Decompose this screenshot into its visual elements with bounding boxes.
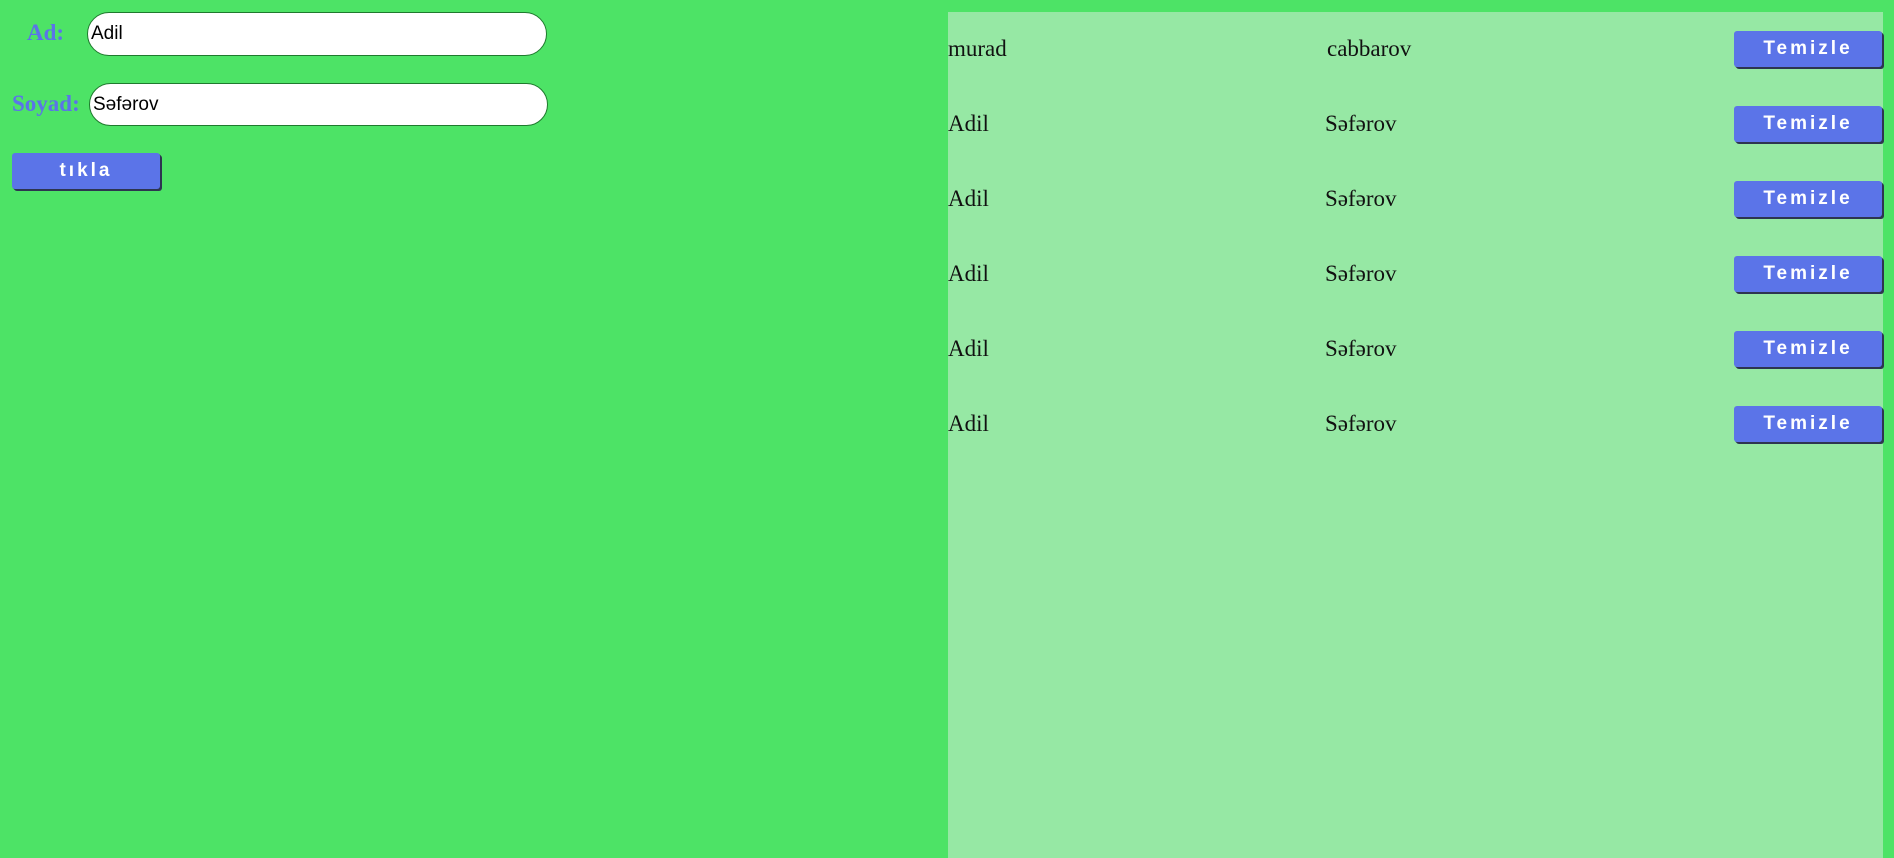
entries-list: murad cabbarov Temizle Adil Səfərov Temi… <box>948 12 1883 858</box>
surname-input[interactable] <box>89 83 548 126</box>
list-item: murad cabbarov Temizle <box>948 29 1883 69</box>
surname-label: Soyad: <box>12 91 80 116</box>
list-item: Adil Səfərov Temizle <box>948 329 1883 369</box>
entry-surname: Səfərov <box>1325 111 1397 136</box>
entry-surname: Səfərov <box>1325 336 1397 361</box>
entry-name: Adil <box>948 111 989 136</box>
submit-button[interactable]: tıkla <box>12 153 160 189</box>
list-item: Adil Səfərov Temizle <box>948 104 1883 144</box>
entry-name: Adil <box>948 186 989 211</box>
delete-button[interactable]: Temizle <box>1734 181 1882 217</box>
delete-button[interactable]: Temizle <box>1734 406 1882 442</box>
entry-surname: Səfərov <box>1325 261 1397 286</box>
list-item: Adil Səfərov Temizle <box>948 179 1883 219</box>
entry-surname: Səfərov <box>1325 186 1397 211</box>
entry-form: Ad: Soyad: tıkla <box>0 0 560 200</box>
delete-button[interactable]: Temizle <box>1734 331 1882 367</box>
entry-name: murad <box>948 36 1007 61</box>
name-label: Ad: <box>27 20 65 45</box>
entry-name: Adil <box>948 336 989 361</box>
entry-surname: Səfərov <box>1325 411 1397 436</box>
list-item: Adil Səfərov Temizle <box>948 254 1883 294</box>
entry-name: Adil <box>948 411 989 436</box>
delete-button[interactable]: Temizle <box>1734 31 1882 67</box>
entry-name: Adil <box>948 261 989 286</box>
list-item: Adil Səfərov Temizle <box>948 404 1883 444</box>
name-input[interactable] <box>87 12 547 56</box>
delete-button[interactable]: Temizle <box>1734 256 1882 292</box>
entry-surname: cabbarov <box>1327 36 1412 61</box>
delete-button[interactable]: Temizle <box>1734 106 1882 142</box>
